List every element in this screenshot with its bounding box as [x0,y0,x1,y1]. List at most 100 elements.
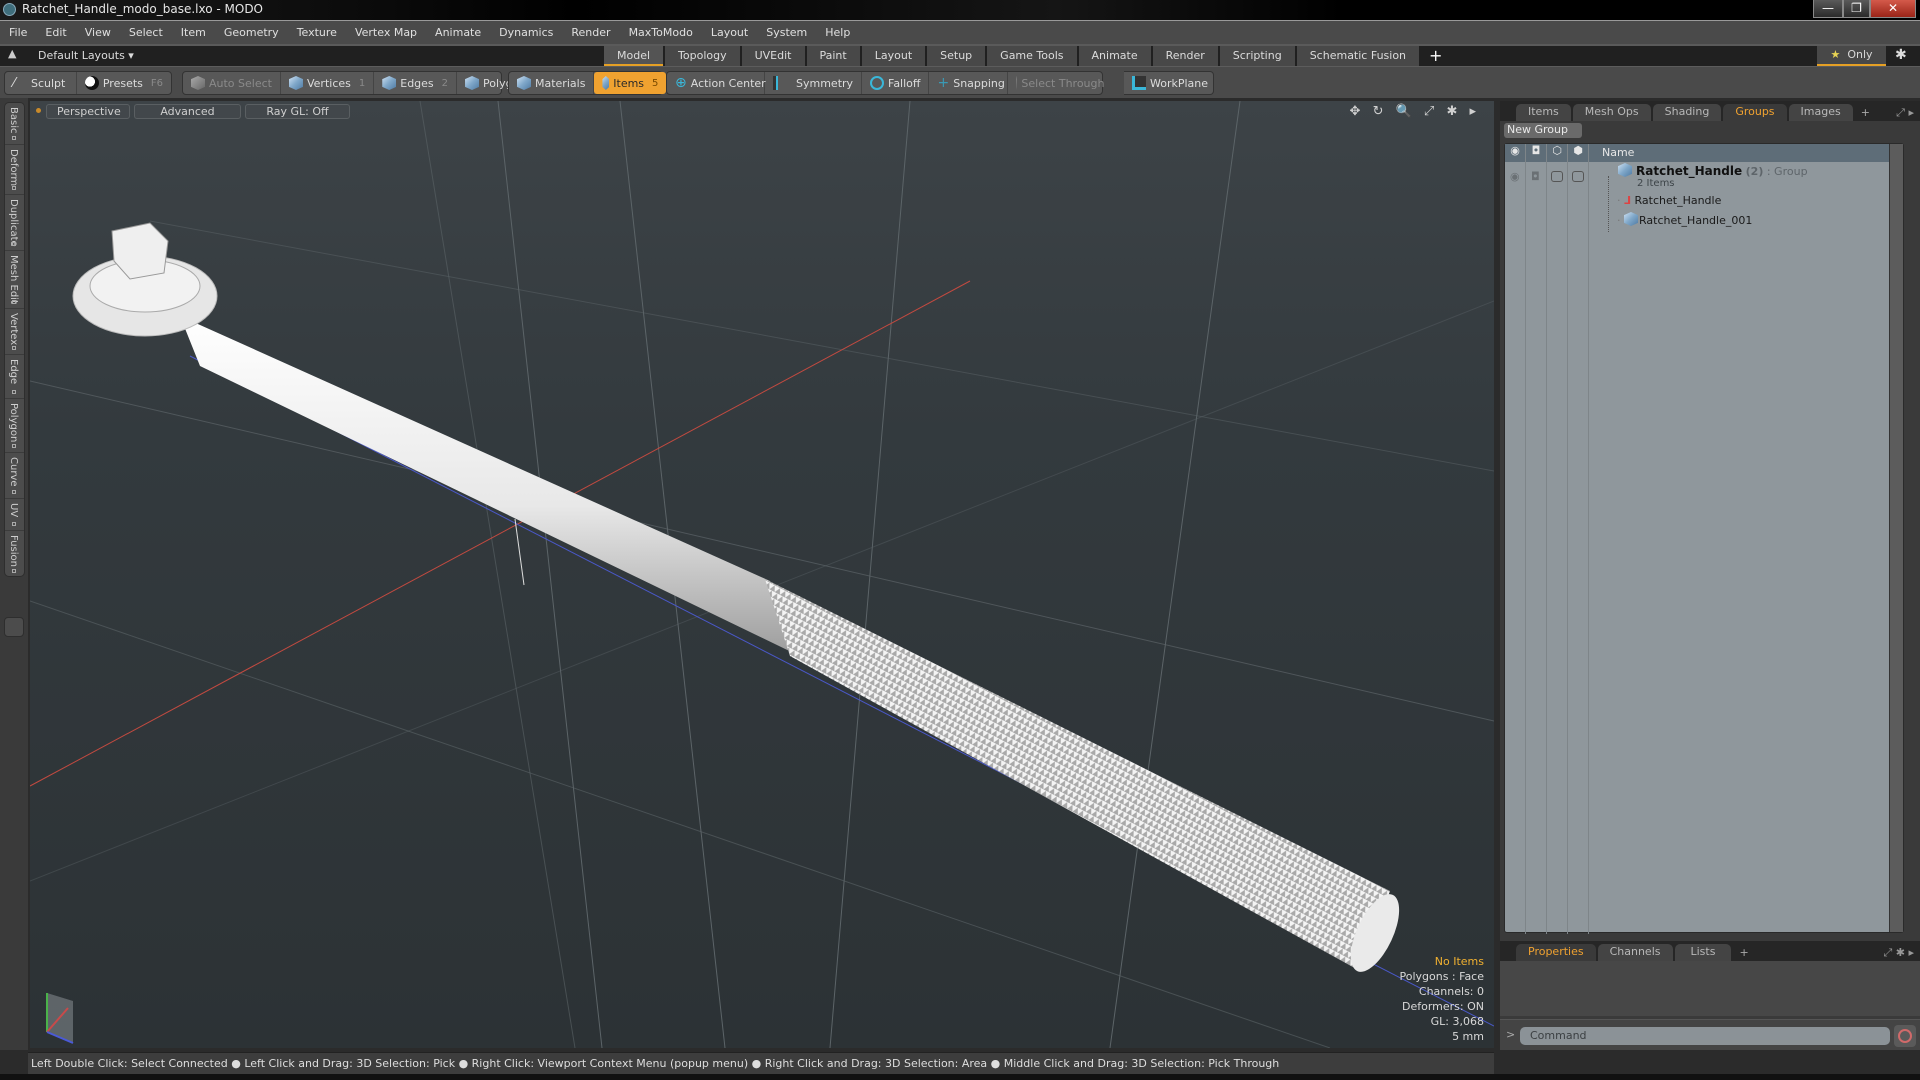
workplane-button[interactable]: WorkPlane [1124,72,1216,94]
add-layout-tab-button[interactable]: + [1421,46,1450,66]
menu-vertex-map[interactable]: Vertex Map [346,21,426,45]
items-button[interactable]: Items 5 [594,72,667,94]
3d-viewport[interactable]: Perspective Advanced Ray GL: Off ✥ ↻ 🔍 ⤢… [30,101,1494,1048]
menu-maxtomodo[interactable]: MaxToModo [620,21,702,45]
tab-setup[interactable]: Setup [927,46,988,66]
tab-topology[interactable]: Topology [665,46,742,66]
falloff-label: Falloff [888,76,921,90]
action-center-button[interactable]: ⊕ Action Center [667,72,766,94]
tab-render[interactable]: Render [1152,46,1220,66]
group-visibility-eye-icon[interactable]: ◉ [1510,170,1520,183]
vtab-polygon[interactable]: Polygon [5,399,24,453]
group-child-ratchet-handle[interactable]: · ⅃ Ratchet_Handle [1617,194,1721,207]
tab-channels[interactable]: Channels [1597,944,1673,961]
tab-items[interactable]: Items [1516,104,1571,121]
tab-images[interactable]: Images [1788,104,1853,121]
action-center-label: Action Center [690,76,766,90]
presets-icon [84,76,99,90]
symmetry-button[interactable]: Symmetry [765,72,862,94]
vertices-button[interactable]: Vertices 1 [281,72,375,94]
tab-groups[interactable]: Groups [1723,104,1787,121]
tab-layout[interactable]: Layout [861,46,928,66]
tab-mesh-ops[interactable]: Mesh Ops [1572,104,1651,121]
sculpt-button[interactable]: ⁄ Sculpt [5,72,77,94]
viewport-menu-dot-icon[interactable] [36,108,41,113]
presets-button[interactable]: Presets F6 [77,72,171,94]
vtab-vertex[interactable]: Vertex [5,309,24,355]
edges-button[interactable]: Edges 2 [374,72,458,94]
axis-gizmo [46,993,74,1044]
default-layouts-dropdown[interactable]: Default Layouts ▾ [38,46,134,66]
tab-schematic-fusion[interactable]: Schematic Fusion [1296,46,1422,66]
menu-animate[interactable]: Animate [426,21,490,45]
materials-button[interactable]: Materials [509,72,595,94]
snapping-button[interactable]: + Snapping [929,72,1009,94]
record-macro-button[interactable] [1894,1025,1916,1047]
maximize-panel-icon[interactable]: ⤢ ▸ [1896,105,1920,121]
vtab-curve[interactable]: Curve [5,453,24,499]
properties-options-icon[interactable]: ⤢ ✱ ▸ [1883,945,1920,961]
menu-help[interactable]: Help [816,21,859,45]
add-bottom-tab-button[interactable]: + [1733,945,1754,961]
select-through-button[interactable]: Select Through [1008,72,1112,94]
tab-model[interactable]: Model [604,46,666,66]
menu-render[interactable]: Render [562,21,619,45]
group-child-ratchet-handle-001[interactable]: · Ratchet_Handle_001 [1617,212,1752,227]
group-lock-checkbox[interactable] [1551,171,1563,182]
groups-list-scrollbar[interactable] [1889,144,1903,932]
tab-game-tools[interactable]: Game Tools [987,46,1079,66]
menu-item[interactable]: Item [172,21,215,45]
menu-system[interactable]: System [757,21,816,45]
tab-lists[interactable]: Lists [1674,944,1732,961]
vtab-fusion[interactable]: Fusion [5,531,24,577]
tool-tabs-strip: Basic Deform Duplicate Mesh Edit Vertex … [4,102,25,577]
minimize-button[interactable]: — [1813,0,1843,18]
tab-animate[interactable]: Animate [1078,46,1153,66]
command-input[interactable]: Command [1520,1027,1890,1045]
select-column-icon[interactable]: ⬢ [1568,144,1589,162]
vtab-duplicate[interactable]: Duplicate [5,195,24,251]
view-mode-button[interactable]: Perspective [46,104,130,119]
vtab-mesh-edit[interactable]: Mesh Edit [5,251,24,309]
group-render-camera-icon[interactable]: ◘ [1531,170,1540,183]
tab-scripting[interactable]: Scripting [1219,46,1297,66]
only-button[interactable]: ★ Only [1817,46,1886,66]
vtab-uv[interactable]: UV [5,499,24,531]
lock-column-icon[interactable]: ⬡ [1547,144,1568,162]
raygl-button[interactable]: Ray GL: Off [245,104,350,119]
vtab-basic[interactable]: Basic [5,103,24,145]
palette-toggle-button[interactable] [4,617,24,637]
select-through-icon [1016,76,1018,90]
menu-edit[interactable]: Edit [36,21,75,45]
close-button[interactable]: ✕ [1870,0,1916,18]
menu-geometry[interactable]: Geometry [215,21,288,45]
name-column-header[interactable]: Name [1602,146,1634,159]
render-column-camera-icon[interactable]: ◘ [1526,144,1547,162]
vtab-deform[interactable]: Deform [5,145,24,195]
tab-properties[interactable]: Properties [1516,944,1596,961]
menu-file[interactable]: File [0,21,36,45]
menu-select[interactable]: Select [120,21,172,45]
group-select-checkbox[interactable] [1572,171,1584,182]
add-panel-tab-button[interactable]: + [1855,105,1876,121]
tab-uvedit[interactable]: UVEdit [741,46,807,66]
vtab-edge[interactable]: Edge [5,355,24,399]
command-prompt: > [1506,1028,1516,1041]
visibility-column-eye-icon[interactable]: ◉ [1505,144,1526,162]
auto-select-label: Auto Select [209,76,272,90]
menu-layout[interactable]: Layout [702,21,757,45]
menu-texture[interactable]: Texture [288,21,346,45]
group-row-ratchet-handle[interactable]: Ratchet_Handle (2) : Group [1618,163,1808,178]
viewport-nav-icons[interactable]: ✥ ↻ 🔍 ⤢ ✱ ▸ [1350,104,1480,119]
falloff-button[interactable]: Falloff [862,72,930,94]
shading-mode-button[interactable]: Advanced [134,104,241,119]
restore-button[interactable]: ❐ [1843,0,1870,18]
tab-paint[interactable]: Paint [806,46,862,66]
menu-dynamics[interactable]: Dynamics [490,21,562,45]
auto-select-button[interactable]: Auto Select [183,72,281,94]
expand-up-icon[interactable]: ▲ [8,47,16,60]
menu-view[interactable]: View [76,21,120,45]
new-group-button[interactable]: New Group [1504,123,1582,138]
tab-shading[interactable]: Shading [1652,104,1722,121]
gear-icon[interactable]: ✱ [1895,47,1907,63]
